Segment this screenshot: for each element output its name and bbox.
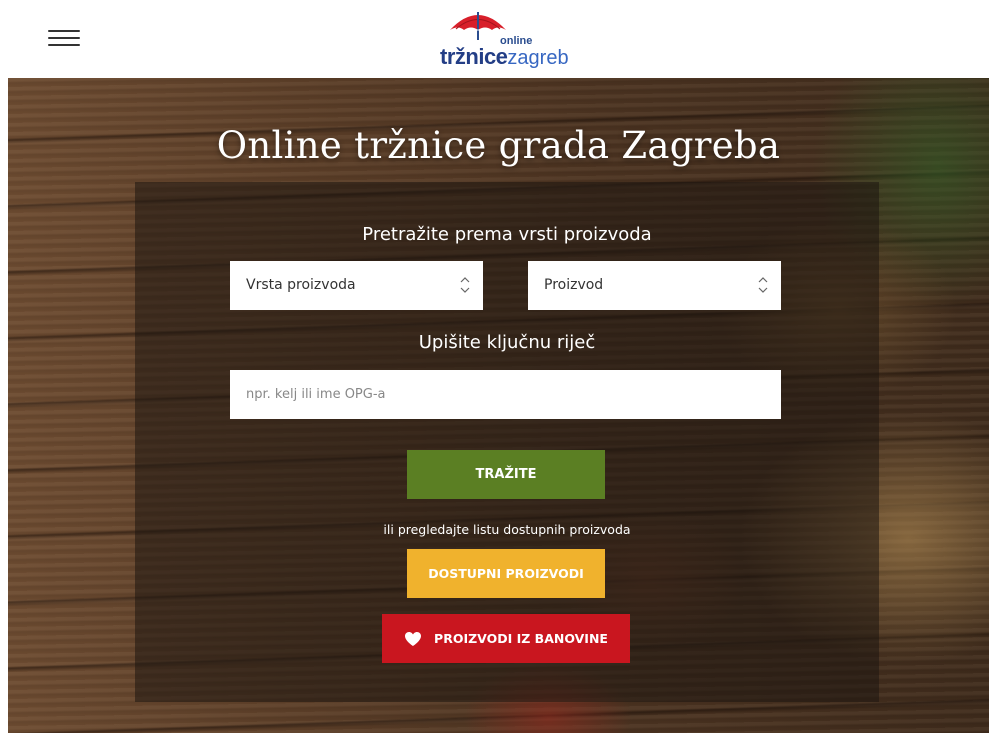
hamburger-line — [48, 37, 80, 39]
site-logo[interactable]: online tržnicezagreb — [440, 8, 580, 70]
keyword-search-input[interactable] — [230, 370, 781, 419]
select-arrows-icon — [460, 277, 470, 293]
hamburger-line — [48, 30, 80, 32]
site-header: online tržnicezagreb — [0, 0, 989, 78]
keyword-label: Upišite ključnu riječ — [418, 332, 596, 353]
select-arrows-icon — [758, 277, 768, 293]
product-category-select[interactable]: Vrsta proizvoda — [230, 261, 483, 310]
banovina-products-button[interactable]: PROIZVODI IZ BANOVINE — [382, 614, 630, 663]
hamburger-line — [48, 44, 80, 46]
logo-brand-bold: tržnice — [440, 44, 508, 69]
umbrella-icon — [450, 12, 506, 40]
hero-section: Online tržnice grada Zagreba Pretražite … — [8, 78, 989, 733]
logo-brand-light: zagreb — [507, 47, 569, 69]
search-by-type-label: Pretražite prema vrsti proizvoda — [362, 224, 652, 245]
heart-icon — [404, 631, 422, 647]
available-products-button[interactable]: DOSTUPNI PROIZVODI — [407, 549, 605, 598]
hero-title: Online tržnice grada Zagreba — [216, 124, 781, 167]
hamburger-menu-icon[interactable] — [48, 28, 80, 48]
product-category-value: Vrsta proizvoda — [246, 277, 356, 293]
logo-wordmark: tržnicezagreb — [440, 45, 569, 72]
banovina-button-label: PROIZVODI IZ BANOVINE — [434, 631, 608, 646]
product-value: Proizvod — [544, 277, 604, 293]
product-select[interactable]: Proizvod — [528, 261, 781, 310]
search-button[interactable]: TRAŽITE — [407, 450, 605, 499]
search-panel: Pretražite prema vrsti proizvoda Vrsta p… — [135, 182, 879, 702]
browse-list-text: ili pregledajte listu dostupnih proizvod… — [383, 522, 631, 537]
